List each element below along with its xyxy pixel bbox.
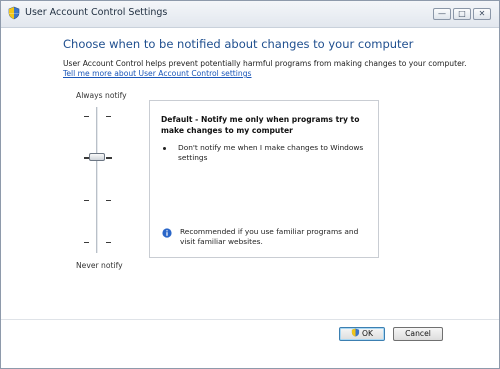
ok-button[interactable]: OK — [339, 327, 385, 341]
minimize-button[interactable]: — — [433, 8, 451, 20]
setting-title: Default - Notify me only when programs t… — [161, 115, 360, 135]
slider-tick-right — [106, 200, 111, 201]
info-icon — [162, 228, 172, 238]
slider-tick-right — [106, 116, 111, 117]
slider-track[interactable] — [96, 107, 99, 253]
slider-tick-right — [106, 242, 111, 243]
learn-more-link[interactable]: Tell me more about User Account Control … — [63, 69, 252, 78]
never-notify-label: Never notify — [76, 261, 123, 270]
slider-tick-left — [84, 200, 89, 201]
shield-icon — [351, 328, 360, 337]
setting-description-panel: Default - Notify me only when programs t… — [149, 100, 379, 258]
cancel-button[interactable]: Cancel — [393, 327, 443, 341]
window-title: User Account Control Settings — [25, 7, 168, 18]
page-heading: Choose when to be notified about changes… — [63, 37, 414, 51]
bullet-icon — [163, 147, 166, 150]
slider-tick-left — [84, 242, 89, 243]
close-button[interactable]: ✕ — [473, 8, 491, 20]
uac-settings-window: User Account Control Settings — □ ✕ Choo… — [0, 0, 500, 369]
always-notify-label: Always notify — [76, 91, 127, 100]
slider-tick-left — [84, 116, 89, 117]
uac-shield-icon — [8, 6, 20, 20]
maximize-button[interactable]: □ — [453, 8, 471, 20]
ok-button-label: OK — [362, 329, 373, 338]
title-bar[interactable]: User Account Control Settings — □ ✕ — [1, 1, 499, 28]
setting-bullet: Don't notify me when I make changes to W… — [178, 143, 364, 162]
description-text: User Account Control helps prevent poten… — [63, 59, 467, 68]
slider-thumb[interactable] — [89, 153, 105, 161]
slider-tick-right — [106, 157, 112, 159]
recommendation-text: Recommended if you use familiar programs… — [180, 227, 359, 246]
notification-level-slider[interactable] — [81, 107, 115, 253]
